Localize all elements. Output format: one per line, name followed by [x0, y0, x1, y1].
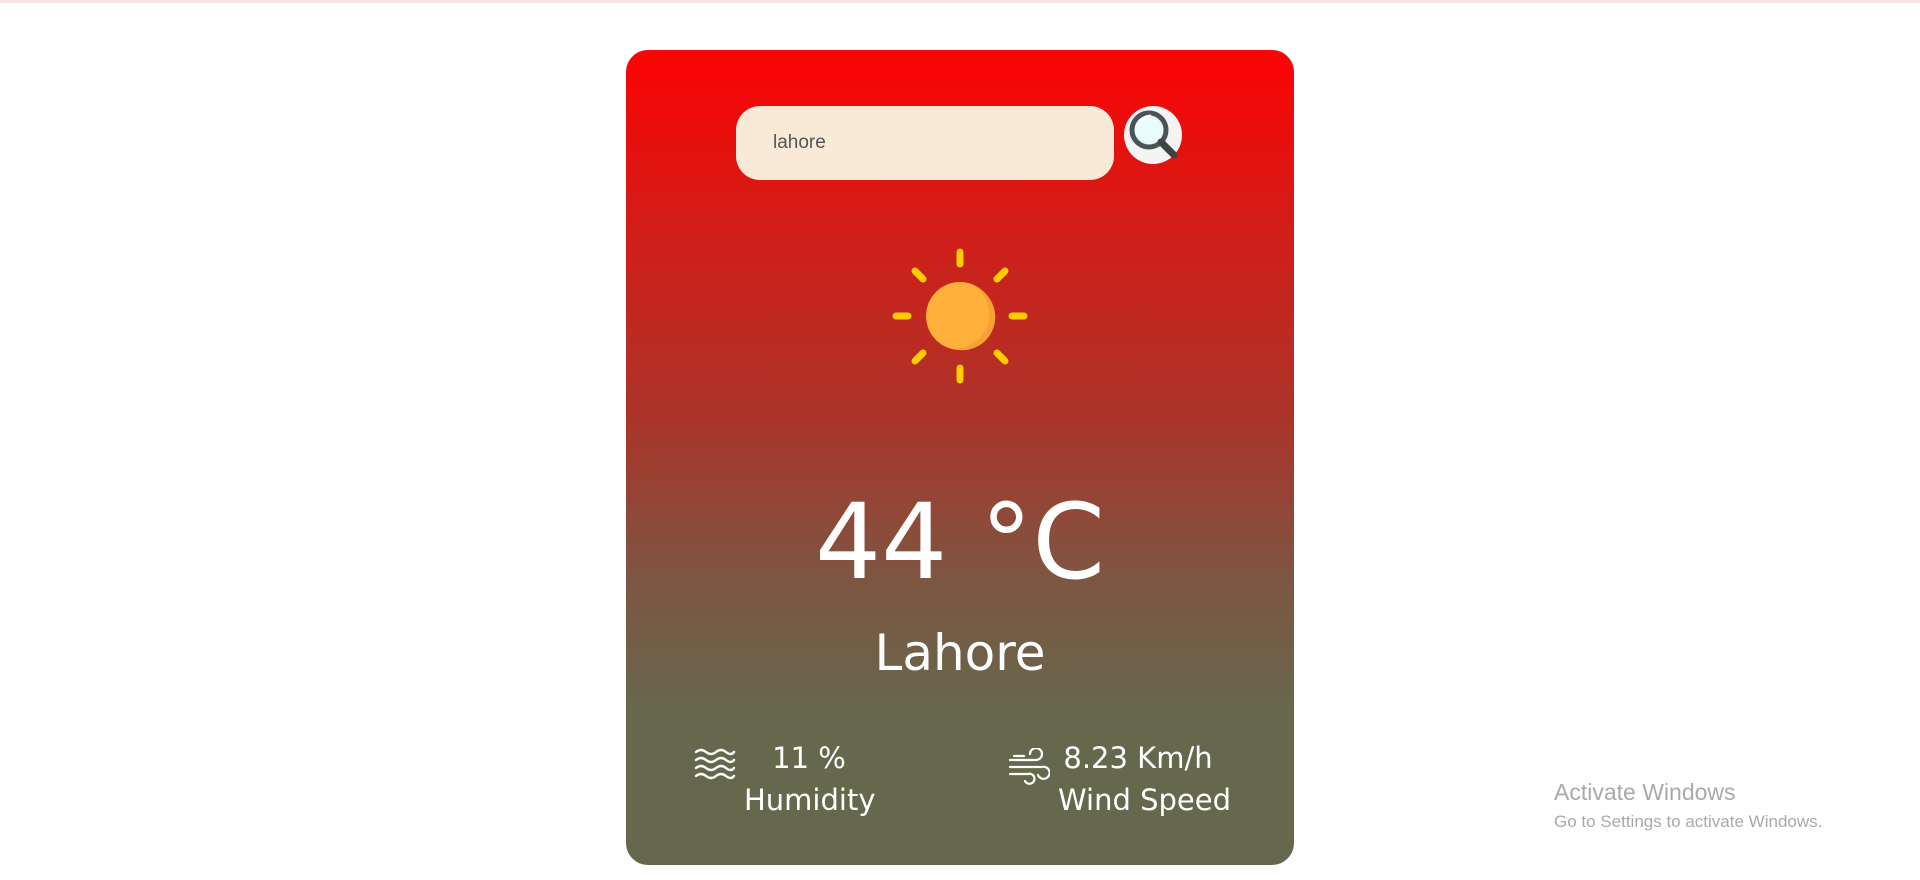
wind-speed-label: Wind Speed: [1058, 783, 1232, 817]
humidity-panel: 11 % Humidity: [694, 740, 894, 830]
search-bar: [736, 106, 1196, 182]
humidity-value: 11 %: [772, 741, 846, 775]
search-button[interactable]: [1124, 106, 1182, 164]
watermark-title: Activate Windows: [1554, 779, 1736, 805]
sun-icon: [892, 248, 1028, 384]
page-top-border: [0, 0, 1920, 3]
city-name: Lahore: [874, 624, 1046, 682]
activate-windows-watermark: Activate Windows Go to Settings to activ…: [1554, 778, 1822, 834]
wind-panel: 8.23 Km/h Wind Speed: [1008, 740, 1268, 830]
search-input[interactable]: [736, 106, 1114, 180]
wind-icon: [1008, 748, 1050, 785]
search-magnifier-icon: [1125, 107, 1181, 163]
watermark-subtitle: Go to Settings to activate Windows.: [1554, 812, 1823, 831]
temperature-readout: 44 °C: [814, 481, 1105, 603]
humidity-waves-icon: [694, 748, 736, 780]
weather-card: 44 °C Lahore 11 % Humidity 8.23 Km/h Win…: [626, 50, 1294, 865]
humidity-label: Humidity: [744, 783, 876, 817]
wind-speed-value: 8.23 Km/h: [1063, 741, 1213, 775]
